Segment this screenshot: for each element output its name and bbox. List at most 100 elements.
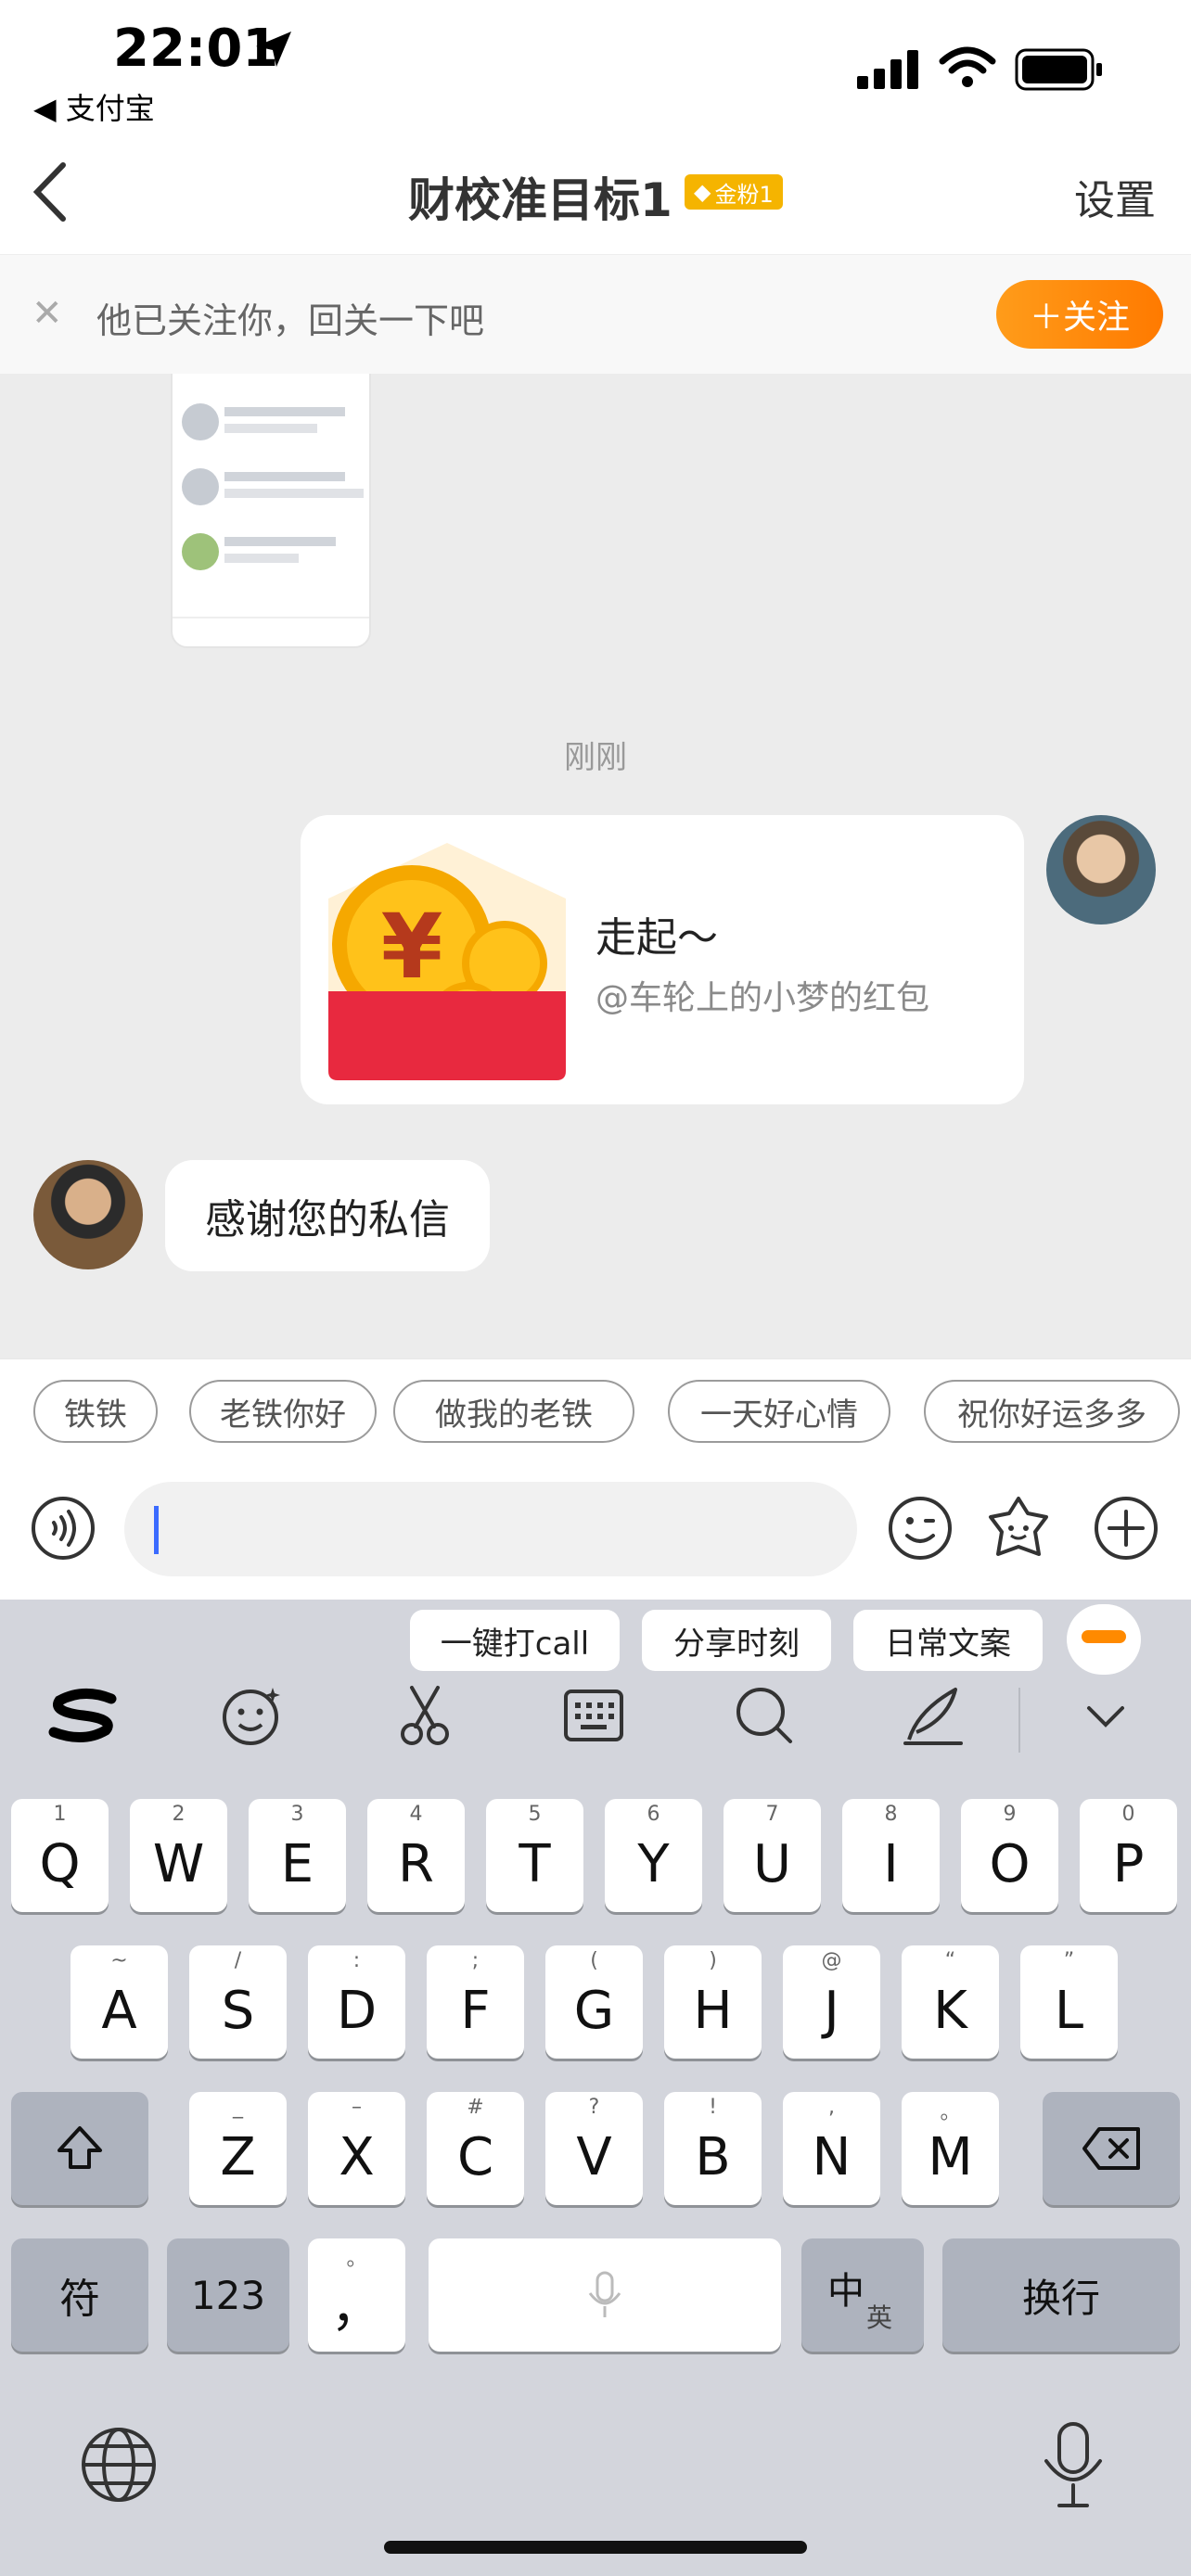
key-f[interactable]: ; F <box>427 1945 524 2059</box>
globe-icon[interactable] <box>80 2426 158 2504</box>
handwriting-pen-icon[interactable] <box>896 1678 970 1753</box>
key-p[interactable]: 0P <box>1080 1799 1177 1912</box>
lang-key-secondary: 英 <box>866 2302 893 2333</box>
key-alt-label: 。 <box>940 2101 961 2124</box>
space-key[interactable] <box>429 2238 781 2352</box>
key-label: D <box>336 1980 378 2041</box>
thumbnail-avatar <box>182 403 219 440</box>
shift-arrow-icon <box>58 2126 102 2169</box>
backspace-key[interactable] <box>1043 2092 1180 2205</box>
nav-bar: 财校准目标1 ◆ 金粉1 设置 <box>0 139 1191 255</box>
my-avatar[interactable] <box>1046 815 1156 925</box>
key-label: G <box>573 1980 615 2041</box>
key-a[interactable]: ~ A <box>70 1945 168 2059</box>
key-i[interactable]: 8I <box>842 1799 940 1912</box>
key-h[interactable]: ) H <box>664 1945 762 2059</box>
follow-button[interactable]: ＋关注 <box>996 280 1163 349</box>
plus-icon[interactable] <box>1093 1495 1159 1562</box>
status-bar: 22:01 ◀ 支付宝 <box>0 0 1191 139</box>
emoji-keyboard-icon[interactable] <box>215 1678 289 1753</box>
shared-screenshot-image[interactable] <box>171 374 371 648</box>
key-alt-label: ! <box>709 2096 717 2119</box>
space-microphone-icon <box>588 2271 621 2317</box>
quick-reply-chip[interactable]: 祝你好运多多 <box>924 1380 1180 1443</box>
key-v[interactable]: ? V <box>545 2092 643 2205</box>
key-label: T <box>519 1833 551 1894</box>
key-x[interactable]: – X <box>308 2092 405 2205</box>
key-m[interactable]: 。 M <box>902 2092 999 2205</box>
return-key[interactable]: 换行 <box>942 2238 1180 2352</box>
key-k[interactable]: “K <box>902 1945 999 2059</box>
key-g[interactable]: (G <box>545 1945 643 2059</box>
dictation-microphone-icon[interactable] <box>1041 2420 1106 2509</box>
key-label: H <box>693 1980 733 2041</box>
key-b[interactable]: ! B <box>664 2092 762 2205</box>
sogou-logo-icon[interactable] <box>46 1678 121 1753</box>
collapse-keyboard-chevron-icon[interactable] <box>1069 1678 1143 1753</box>
close-icon[interactable]: ✕ <box>32 292 63 335</box>
key-label: F <box>460 1980 491 2041</box>
sticker-icon[interactable] <box>985 1495 1052 1562</box>
sender-avatar[interactable] <box>33 1160 143 1269</box>
cellular-signal-icon <box>857 50 918 89</box>
key-j[interactable]: @ J <box>783 1945 880 2059</box>
key-label: P <box>1112 1833 1145 1894</box>
voice-input-icon[interactable] <box>30 1495 96 1562</box>
received-message-bubble[interactable]: 感谢您的私信 <box>165 1160 490 1271</box>
key-alt-label: @ <box>821 1949 842 1972</box>
key-y[interactable]: 6Y <box>605 1799 702 1912</box>
key-w[interactable]: 2W <box>130 1799 227 1912</box>
key-e[interactable]: 3E <box>249 1799 346 1912</box>
quick-reply-chip[interactable]: 铁铁 <box>33 1380 158 1443</box>
key-t[interactable]: 5T <box>486 1799 583 1912</box>
key-alt-label: # <box>467 2096 484 2119</box>
key-d[interactable]: :D <box>308 1945 405 2059</box>
emoji-icon[interactable] <box>887 1495 954 1562</box>
quick-reply-chip[interactable]: 一天好心情 <box>668 1380 890 1443</box>
chat-area[interactable]: 刚刚 ¥ 走起～ @车轮上的小梦的红包 感谢您的私信 <box>0 374 1191 1358</box>
home-indicator[interactable] <box>384 2541 807 2554</box>
key-o[interactable]: 9O <box>961 1799 1058 1912</box>
quick-reply-chip[interactable]: 老铁你好 <box>189 1380 377 1443</box>
keyboard-layout-icon[interactable] <box>557 1678 631 1753</box>
key-s[interactable]: / S <box>189 1945 287 2059</box>
key-alt-label: ; <box>471 1949 480 1972</box>
punctuation-key[interactable]: 。， <box>308 2238 405 2352</box>
key-q[interactable]: 1Q <box>11 1799 109 1912</box>
red-packet-title: 走起～ <box>596 914 718 962</box>
key-alt-label: 。 <box>346 2248 367 2271</box>
key-alt-label: – <box>352 2096 362 2119</box>
shift-key[interactable] <box>11 2092 148 2205</box>
key-z[interactable]: _ Z <box>189 2092 287 2205</box>
fan-level-badge: ◆ 金粉1 <box>685 174 783 210</box>
keyboard-suggestion[interactable]: 分享时刻 <box>642 1610 831 1671</box>
symbols-key[interactable]: 符 <box>11 2238 148 2352</box>
quick-reply-chip[interactable]: 做我的老铁 <box>393 1380 634 1443</box>
key-l[interactable]: ” L <box>1020 1945 1118 2059</box>
key-label: X <box>339 2126 375 2187</box>
scissors-icon[interactable] <box>388 1678 462 1753</box>
keyboard-suggestion[interactable]: 日常文案 <box>853 1610 1043 1671</box>
key-label: I <box>883 1833 899 1894</box>
numbers-key[interactable]: 123 <box>167 2238 289 2352</box>
key-u[interactable]: 7U <box>724 1799 821 1912</box>
back-chevron-icon[interactable] <box>28 159 74 224</box>
svg-text:¥: ¥ <box>381 895 443 999</box>
lang-key-primary: 中 <box>827 2270 864 2313</box>
key-r[interactable]: 4R <box>367 1799 465 1912</box>
settings-button[interactable]: 设置 <box>1074 167 1156 226</box>
search-icon[interactable] <box>727 1678 801 1753</box>
assistant-mascot-icon[interactable] <box>1067 1604 1141 1675</box>
key-label: R <box>398 1833 434 1894</box>
message-input-bar <box>0 1456 1191 1600</box>
keyboard-suggestion[interactable]: 一键打call <box>410 1610 620 1671</box>
key-alt-label: : <box>352 1949 361 1972</box>
language-switch-key[interactable]: 中 英 <box>801 2238 924 2352</box>
back-to-app-link[interactable]: ◀ 支付宝 <box>33 85 155 128</box>
key-c[interactable]: # C <box>427 2092 524 2205</box>
red-packet-bubble[interactable]: ¥ 走起～ @车轮上的小梦的红包 <box>301 815 1024 1104</box>
key-alt-label: / <box>234 1949 242 1972</box>
message-input[interactable] <box>124 1482 857 1576</box>
key-n[interactable]: ,N <box>783 2092 880 2205</box>
key-alt-label: _ <box>233 2096 243 2119</box>
